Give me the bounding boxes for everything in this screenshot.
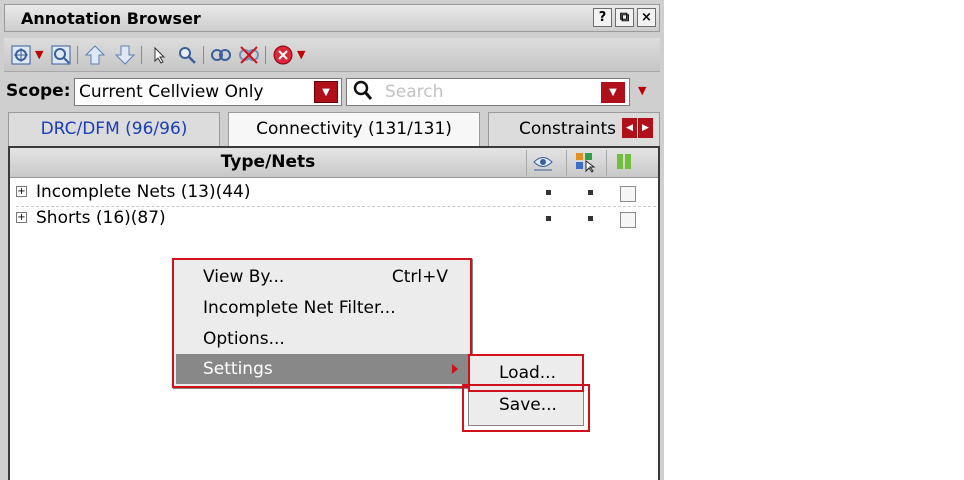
- expand-icon[interactable]: +: [16, 212, 27, 223]
- tree-row-label: Incomplete Nets (13)(44): [36, 182, 251, 202]
- flag-icon[interactable]: [614, 151, 636, 173]
- column-separator: [606, 150, 607, 176]
- tab-scroll-right-icon[interactable]: ▶: [638, 118, 653, 138]
- stop-menu-arrow-icon[interactable]: ▼: [297, 48, 305, 61]
- tree-header: Type/Nets: [10, 148, 658, 178]
- scope-combobox[interactable]: Current Cellview Only: [74, 78, 342, 106]
- tree-row[interactable]: + Shorts (16)(87): [10, 206, 658, 232]
- toolbar: ▼ ▼: [4, 38, 660, 72]
- close-button[interactable]: ×: [637, 8, 656, 27]
- scope-dropdown-button[interactable]: ▼: [314, 81, 338, 103]
- menu-item-incomplete-net-filter[interactable]: Incomplete Net Filter...: [176, 293, 468, 323]
- chevron-down-icon: ▼: [322, 87, 330, 98]
- window-title: Annotation Browser: [21, 9, 201, 28]
- tree-row[interactable]: + Incomplete Nets (13)(44): [10, 180, 658, 206]
- toolbar-separator: [203, 46, 204, 64]
- arrow-down-icon[interactable]: [114, 44, 136, 66]
- column-header-type-nets[interactable]: Type/Nets: [10, 152, 526, 172]
- visibility-icon[interactable]: [532, 151, 554, 173]
- select-marker[interactable]: [588, 216, 593, 221]
- menu-item-label: Incomplete Net Filter...: [203, 298, 396, 318]
- tab-scroll-left-icon[interactable]: ◀: [622, 118, 637, 138]
- zoom-fit-icon[interactable]: [10, 44, 32, 66]
- menu-item-settings[interactable]: Settings: [176, 354, 468, 384]
- menu-item-label: Settings: [203, 359, 273, 379]
- zoom-select-icon[interactable]: [50, 44, 72, 66]
- float-button[interactable]: ⧉: [615, 8, 634, 27]
- search-box[interactable]: ▼: [346, 78, 630, 106]
- select-icon[interactable]: [574, 151, 596, 173]
- search-icon: [353, 80, 373, 107]
- select-marker[interactable]: [588, 190, 593, 195]
- save-highlight-frame: [462, 384, 590, 432]
- expand-icon[interactable]: +: [16, 186, 27, 197]
- menu-item-shortcut: Ctrl+V: [391, 267, 448, 287]
- menu-item-label: View By...: [203, 267, 285, 287]
- menu-item-view-by[interactable]: View By... Ctrl+V: [176, 262, 468, 292]
- menu-item-options[interactable]: Options...: [176, 324, 468, 354]
- menu-item-label: Options...: [203, 329, 285, 349]
- submenu-arrow-icon: [452, 364, 458, 374]
- search-input[interactable]: [383, 81, 593, 103]
- zoom-menu-arrow-icon[interactable]: ▼: [35, 48, 43, 61]
- visibility-marker[interactable]: [546, 216, 551, 221]
- toolbar-separator: [141, 46, 142, 64]
- flag-checkbox[interactable]: [620, 212, 636, 228]
- toolbar-separator: [77, 46, 78, 64]
- toolbar-separator: [265, 46, 266, 64]
- stop-icon[interactable]: [272, 44, 294, 66]
- magnifier-icon[interactable]: [176, 44, 198, 66]
- scope-value: Current Cellview Only: [79, 82, 264, 102]
- search-menu-arrow-icon[interactable]: ▼: [638, 84, 646, 97]
- pointer-icon[interactable]: [148, 44, 170, 66]
- tab-drc-dfm[interactable]: DRC/DFM (96/96): [8, 112, 220, 146]
- help-button[interactable]: ?: [593, 8, 612, 27]
- search-dropdown-button[interactable]: ▼: [601, 82, 625, 103]
- flag-checkbox[interactable]: [620, 186, 636, 202]
- annotation-browser-window: Annotation Browser ? ⧉ × ▼ ▼ Scope: Curr…: [0, 0, 664, 480]
- arrow-up-icon[interactable]: [84, 44, 106, 66]
- visibility-marker[interactable]: [546, 190, 551, 195]
- chevron-down-icon: ▼: [609, 87, 617, 98]
- column-separator: [566, 150, 567, 176]
- tab-connectivity[interactable]: Connectivity (131/131): [228, 112, 480, 146]
- unlink-icon[interactable]: [238, 44, 260, 66]
- column-separator: [526, 150, 527, 176]
- title-bar[interactable]: Annotation Browser ? ⧉ ×: [4, 4, 660, 32]
- tree-row-label: Shorts (16)(87): [36, 208, 166, 228]
- context-menu: View By... Ctrl+V Incomplete Net Filter.…: [172, 258, 472, 388]
- scope-label: Scope:: [6, 81, 71, 101]
- link-icon[interactable]: [210, 44, 232, 66]
